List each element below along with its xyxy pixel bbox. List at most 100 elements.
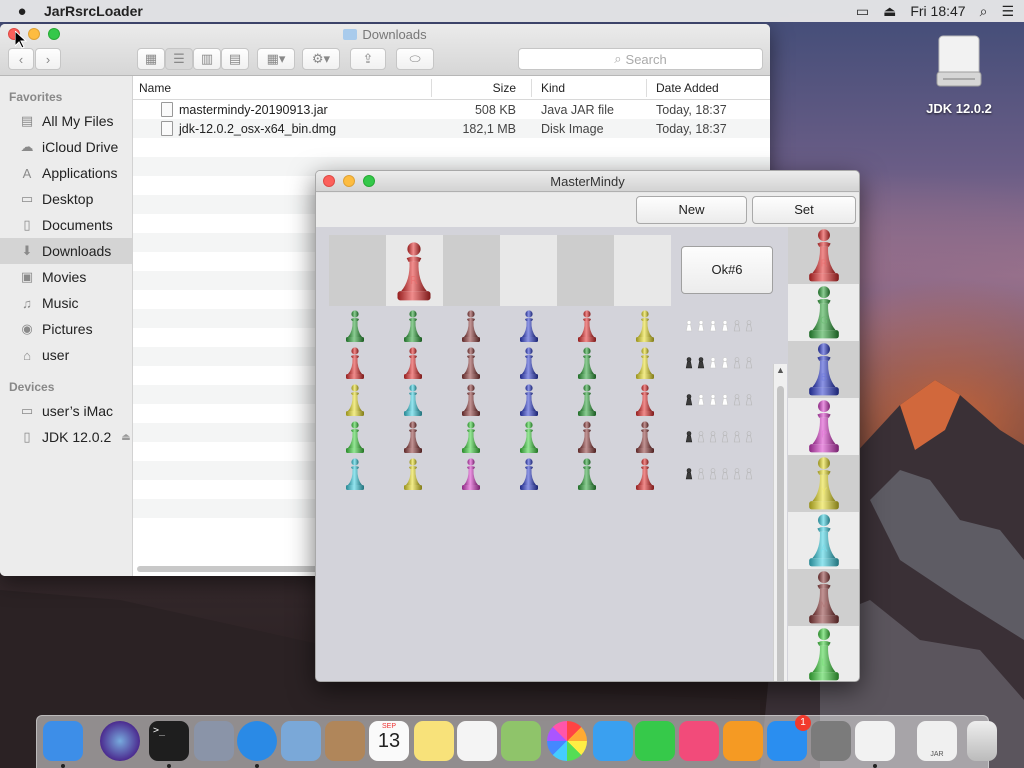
search-input[interactable]: ⌕ Search bbox=[518, 48, 763, 70]
facetime-icon[interactable] bbox=[635, 721, 675, 761]
column-header-size[interactable]: Size bbox=[493, 81, 516, 95]
pawn-yellow-icon[interactable] bbox=[633, 346, 657, 380]
table-row[interactable]: jdk-12.0.2_osx-x64_bin.dmg 182,1 MB Disk I… bbox=[133, 119, 770, 138]
column-header-date-added[interactable]: Date Added bbox=[656, 81, 719, 95]
palette-cyan[interactable]: A bbox=[788, 512, 859, 569]
calendar-icon[interactable]: SEP 13 bbox=[369, 721, 409, 761]
pawn-maroon-icon[interactable] bbox=[459, 309, 483, 343]
palette-blue[interactable]: B bbox=[788, 341, 859, 398]
action-gear-icon[interactable]: ⚙▾ bbox=[302, 48, 340, 70]
secret-slot[interactable]: R bbox=[386, 235, 443, 306]
app-menu-name[interactable]: JarRsrcLoader bbox=[44, 3, 143, 19]
pawn-cyan-icon[interactable] bbox=[343, 457, 367, 491]
sidebar-item-all-my-files[interactable]: ▤ All My Files bbox=[0, 108, 132, 134]
pawn-red-icon[interactable] bbox=[401, 346, 425, 380]
itunes-icon[interactable] bbox=[679, 721, 719, 761]
trash-icon[interactable] bbox=[967, 721, 997, 761]
pawn-lime-icon[interactable] bbox=[343, 420, 367, 454]
launchpad-icon[interactable] bbox=[194, 721, 234, 761]
safari-icon[interactable] bbox=[237, 721, 277, 761]
coverflow-view-button[interactable]: ▤ bbox=[221, 48, 249, 70]
scroll-up-arrow-icon[interactable]: ▲ bbox=[776, 365, 785, 375]
tags-button[interactable]: ⬭ bbox=[396, 48, 434, 70]
ok-button[interactable]: Ok#6 bbox=[681, 246, 773, 294]
sidebar-device-0[interactable]: ▭ user’s iMac bbox=[0, 398, 132, 424]
reminders-icon[interactable] bbox=[457, 721, 497, 761]
sidebar-item-icloud-drive[interactable]: ☁ iCloud Drive bbox=[0, 134, 132, 160]
siri-icon[interactable] bbox=[100, 721, 140, 761]
sidebar-item-movies[interactable]: ▣ Movies bbox=[0, 264, 132, 290]
secret-slot[interactable] bbox=[443, 235, 500, 306]
table-row[interactable]: mastermindy-20190913.jar 508 KB Java JAR f… bbox=[133, 100, 770, 119]
messages-icon[interactable] bbox=[593, 721, 633, 761]
pawn-green-icon[interactable] bbox=[401, 309, 425, 343]
secret-slot[interactable] bbox=[557, 235, 614, 306]
set-button[interactable]: Set bbox=[752, 196, 856, 224]
photos-icon[interactable] bbox=[547, 721, 587, 761]
pawn-magenta-icon[interactable] bbox=[459, 457, 483, 491]
secret-slot[interactable] bbox=[329, 235, 386, 306]
pawn-maroon-icon[interactable] bbox=[633, 420, 657, 454]
sidebar-item-applications[interactable]: A Applications bbox=[0, 160, 132, 186]
sidebar-item-documents[interactable]: ▯ Documents bbox=[0, 212, 132, 238]
pawn-maroon-icon[interactable] bbox=[401, 420, 425, 454]
pawn-red-icon[interactable] bbox=[575, 309, 599, 343]
terminal-icon[interactable]: >_ bbox=[149, 721, 189, 761]
mail-icon[interactable] bbox=[281, 721, 321, 761]
pawn-red-icon[interactable] bbox=[343, 346, 367, 380]
share-button[interactable]: ⇪ bbox=[350, 48, 386, 70]
pawn-green-icon[interactable] bbox=[575, 346, 599, 380]
vertical-scrollbar[interactable]: ▲ ▼ bbox=[773, 364, 787, 681]
pawn-yellow-icon[interactable] bbox=[343, 383, 367, 417]
pawn-yellow-icon[interactable] bbox=[633, 309, 657, 343]
arrange-button[interactable]: ▦▾ bbox=[257, 48, 295, 70]
pawn-blue-icon[interactable] bbox=[517, 383, 541, 417]
apple-menu-icon[interactable]: ● bbox=[0, 3, 44, 20]
palette-red[interactable]: R bbox=[788, 227, 859, 284]
palette-yellow[interactable]: Y bbox=[788, 455, 859, 512]
eject-icon[interactable]: ⏏ bbox=[883, 3, 896, 20]
app-store-icon[interactable]: 1 bbox=[767, 715, 811, 761]
pawn-lime-icon[interactable] bbox=[459, 420, 483, 454]
sidebar-item-downloads[interactable]: ⬇ Downloads bbox=[0, 238, 132, 264]
java-icon[interactable] bbox=[855, 721, 895, 761]
pawn-lime-icon[interactable] bbox=[517, 420, 541, 454]
desktop-disk-jdk[interactable]: JDK 12.0.2 bbox=[920, 32, 998, 116]
palette-magenta[interactable]: P bbox=[788, 398, 859, 455]
new-game-button[interactable]: New bbox=[636, 196, 747, 224]
contacts-icon[interactable] bbox=[325, 721, 365, 761]
column-header-name[interactable]: Name bbox=[139, 81, 171, 95]
sidebar-item-music[interactable]: ♫ Music bbox=[0, 290, 132, 316]
pawn-green-icon[interactable] bbox=[575, 383, 599, 417]
pawn-red-icon[interactable] bbox=[633, 457, 657, 491]
maps-icon[interactable] bbox=[501, 721, 541, 761]
palette-lime[interactable]: L bbox=[788, 626, 859, 681]
sidebar-item-desktop[interactable]: ▭ Desktop bbox=[0, 186, 132, 212]
pawn-maroon-icon[interactable] bbox=[459, 383, 483, 417]
system-preferences-icon[interactable] bbox=[811, 721, 851, 761]
column-view-button[interactable]: ▥ bbox=[193, 48, 221, 70]
list-view-button[interactable]: ☰ bbox=[165, 48, 193, 70]
spotlight-icon[interactable]: ⌕ bbox=[980, 3, 988, 20]
scroll-thumb[interactable] bbox=[777, 386, 784, 681]
jar-file-icon[interactable]: JAR bbox=[917, 721, 957, 761]
pawn-maroon-icon[interactable] bbox=[575, 420, 599, 454]
sidebar-device-1[interactable]: ▯ JDK 12.0.2 ⏏ bbox=[0, 424, 132, 450]
ibooks-icon[interactable] bbox=[723, 721, 763, 761]
secret-slot[interactable] bbox=[500, 235, 557, 306]
pawn-cyan-icon[interactable] bbox=[401, 383, 425, 417]
eject-icon[interactable]: ⏏ bbox=[121, 432, 130, 443]
airplay-icon[interactable]: ▭ bbox=[856, 3, 869, 20]
pawn-maroon-icon[interactable] bbox=[459, 346, 483, 380]
pawn-blue-icon[interactable] bbox=[517, 346, 541, 380]
pawn-green-icon[interactable] bbox=[575, 457, 599, 491]
sidebar-item-pictures[interactable]: ◉ Pictures bbox=[0, 316, 132, 342]
palette-maroon[interactable]: M bbox=[788, 569, 859, 626]
pawn-yellow-icon[interactable] bbox=[401, 457, 425, 491]
notes-icon[interactable] bbox=[414, 721, 454, 761]
pawn-blue-icon[interactable] bbox=[517, 309, 541, 343]
back-button[interactable]: ‹ bbox=[8, 48, 34, 70]
pawn-green-icon[interactable] bbox=[343, 309, 367, 343]
forward-button[interactable]: › bbox=[35, 48, 61, 70]
icon-view-button[interactable]: ▦ bbox=[137, 48, 165, 70]
